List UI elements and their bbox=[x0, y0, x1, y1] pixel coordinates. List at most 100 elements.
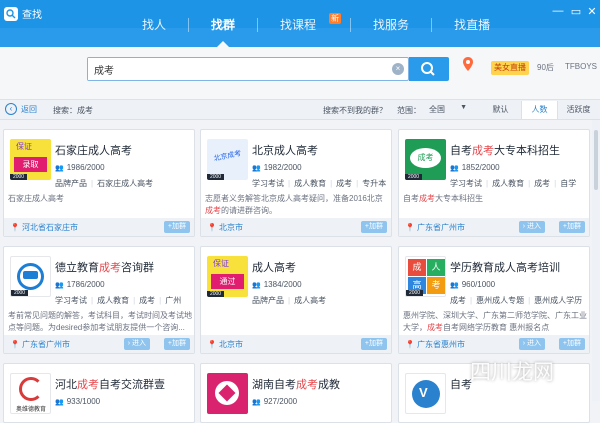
tab-find-live[interactable]: 找直播 bbox=[432, 0, 512, 47]
live-badge[interactable]: 美女直播 bbox=[491, 61, 529, 75]
group-tags: 学习考试 | 成人教育 | 成考 | 自学 bbox=[450, 179, 577, 188]
hot-tag-1[interactable]: 90后 bbox=[537, 62, 554, 73]
join-group-button[interactable]: +加群 bbox=[163, 221, 190, 233]
location-pin-icon: 📍 bbox=[10, 340, 20, 349]
tab-find-people[interactable]: 找人 bbox=[120, 0, 188, 47]
group-avatar bbox=[207, 373, 248, 414]
enter-group-button[interactable]: › 进入 bbox=[123, 338, 150, 350]
chat-icon: › bbox=[522, 223, 526, 230]
group-title[interactable]: 学历教育成人高考培训 bbox=[450, 259, 560, 275]
member-count: 👥 1384/2000 bbox=[252, 280, 302, 289]
chevron-down-icon: ▼ bbox=[460, 104, 467, 111]
range-select[interactable]: 全国 ▼ bbox=[429, 104, 467, 116]
group-title[interactable]: 德立教育成考咨询群 bbox=[55, 259, 154, 275]
card-footer: 📍 北京市 +加群 bbox=[201, 335, 391, 353]
people-icon: 👥 bbox=[55, 398, 64, 406]
member-count: 👥 1986/2000 bbox=[55, 163, 105, 172]
member-count: 👥 960/1000 bbox=[450, 280, 496, 289]
location-pin-icon: 📍 bbox=[207, 223, 217, 232]
join-group-button[interactable]: +加群 bbox=[558, 338, 585, 350]
main-nav: 找人 找群 找课程新 找服务 找直播 bbox=[120, 0, 512, 47]
group-title[interactable]: 河北成考自考交流群壹 bbox=[55, 376, 165, 392]
group-title[interactable]: 自考 bbox=[450, 376, 472, 392]
card-footer: 📍 广东省广州市 › 进入 +加群 bbox=[4, 335, 194, 353]
restore-icon[interactable]: ▭ bbox=[568, 4, 584, 18]
group-tags: 品牌产品 | 石家庄成人高考 bbox=[55, 179, 154, 188]
group-title[interactable]: 自考成考大专本科招生 bbox=[450, 142, 560, 158]
group-location: 📍 北京市 bbox=[207, 223, 243, 232]
search-button[interactable] bbox=[409, 57, 449, 81]
clear-icon[interactable]: × bbox=[392, 63, 404, 75]
people-icon: 👥 bbox=[450, 281, 459, 289]
join-group-button[interactable]: +加群 bbox=[558, 221, 585, 233]
results-toolbar: ‹ 返回 搜索：成考 搜索不到我的群？ 范围： 全国 ▼ 默认 人数 活跃度 bbox=[0, 100, 600, 120]
people-icon: 👥 bbox=[252, 398, 261, 406]
back-button[interactable]: ‹ 返回 bbox=[5, 103, 37, 115]
window-title: 查找 bbox=[4, 6, 42, 21]
people-icon: 👥 bbox=[252, 164, 261, 172]
join-group-button[interactable]: +加群 bbox=[163, 338, 190, 350]
group-title[interactable]: 石家庄成人高考 bbox=[55, 142, 132, 158]
group-title[interactable]: 湖南自考成考成教 bbox=[252, 376, 340, 392]
chat-icon: › bbox=[127, 340, 131, 347]
tab-find-courses[interactable]: 找课程新 bbox=[258, 0, 350, 47]
group-avatar: 北京成考 2000 bbox=[207, 139, 248, 180]
people-icon: 👥 bbox=[55, 281, 64, 289]
group-card[interactable]: 北京成考 2000 北京成人高考 👥 1982/2000 学习考试 | 成人教育 | 成考… bbox=[200, 129, 392, 237]
sort-tab-default[interactable]: 默认 bbox=[482, 101, 519, 119]
group-title[interactable]: 北京成人高考 bbox=[252, 142, 318, 158]
member-count: 👥 1852/2000 bbox=[450, 163, 500, 172]
group-description: 惠州学院、深圳大学、广东第二师范学院、广东工业大学，成考自考网络学历教育 惠州报… bbox=[403, 311, 587, 332]
back-arrow-icon: ‹ bbox=[5, 103, 17, 115]
people-icon: 👥 bbox=[450, 164, 459, 172]
group-location: 📍 河北省石家庄市 bbox=[10, 223, 78, 232]
group-avatar: 保证 通过 2000 bbox=[207, 256, 248, 297]
chat-icon: › bbox=[522, 340, 526, 347]
group-avatar: V bbox=[405, 373, 446, 414]
location-pin-icon: 📍 bbox=[405, 223, 415, 232]
new-badge: 新 bbox=[329, 13, 342, 24]
location-pin-icon: 📍 bbox=[10, 223, 20, 232]
search-icon bbox=[421, 62, 435, 76]
group-card[interactable]: 成 人 高 考 2000 学历教育成人高考培训 👥 960/1000 成考 | 惠州成… bbox=[398, 246, 590, 354]
group-tags: 品牌产品 | 成人高考 bbox=[252, 296, 327, 305]
sort-tab-activity[interactable]: 活跃度 bbox=[560, 101, 597, 119]
people-icon: 👥 bbox=[55, 164, 64, 172]
tab-find-groups[interactable]: 找群 bbox=[189, 0, 257, 47]
group-description: 石家庄成人高考 bbox=[8, 194, 64, 203]
close-icon[interactable]: ✕ bbox=[584, 4, 600, 18]
group-card[interactable]: 保证 通过 2000 成人高考 👥 1384/2000 品牌产品 | 成人高考 📍 北京… bbox=[200, 246, 392, 354]
card-footer: 📍 河北省石家庄市 +加群 bbox=[4, 218, 194, 236]
group-card[interactable]: 成考 2000 自考成考大专本科招生 👥 1852/2000 学习考试 | 成人教育 |… bbox=[398, 129, 590, 237]
window-title-text: 查找 bbox=[22, 10, 42, 21]
group-card[interactable]: 保证 录取 2000 石家庄成人高考 👥 1986/2000 品牌产品 | 石家庄成人… bbox=[3, 129, 195, 237]
tab-find-services[interactable]: 找服务 bbox=[351, 0, 431, 47]
not-found-link[interactable]: 搜索不到我的群？ bbox=[323, 105, 387, 116]
search-input[interactable] bbox=[88, 58, 368, 80]
range-label: 范围： bbox=[397, 106, 421, 115]
member-count: 👥 1982/2000 bbox=[252, 163, 302, 172]
sort-tab-members[interactable]: 人数 bbox=[521, 101, 558, 119]
group-card[interactable]: 2000 德立教育成考咨询群 👥 1786/2000 学习考试 | 成人教育 | 成考 | 广… bbox=[3, 246, 195, 354]
join-group-button[interactable]: +加群 bbox=[360, 221, 387, 233]
location-pin-icon: 📍 bbox=[405, 340, 415, 349]
group-description: 考前常见问题的解答，考试科目，考试时间及考试地点等问题。为desired参加考试… bbox=[8, 311, 192, 332]
minimize-icon[interactable]: — bbox=[550, 4, 566, 18]
enter-group-button[interactable]: › 进入 bbox=[518, 221, 545, 233]
group-card[interactable]: 湖南自考成考成教 👥 927/2000 bbox=[200, 363, 392, 423]
group-location: 📍 广东省广州市 bbox=[405, 223, 465, 232]
card-footer: 📍 广东省惠州市 › 进入 +加群 bbox=[399, 335, 589, 353]
group-card[interactable]: 奥维德教育 河北成考自考交流群壹 👥 933/1000 bbox=[3, 363, 195, 423]
scrollbar-thumb[interactable] bbox=[594, 130, 598, 190]
group-avatar: 成 人 高 考 2000 bbox=[405, 256, 446, 297]
group-title[interactable]: 成人高考 bbox=[252, 259, 296, 275]
location-pin-icon[interactable] bbox=[461, 56, 475, 72]
join-group-button[interactable]: +加群 bbox=[360, 338, 387, 350]
member-count: 👥 1786/2000 bbox=[55, 280, 105, 289]
group-location: 📍 广东省广州市 bbox=[10, 340, 70, 349]
people-icon: 👥 bbox=[252, 281, 261, 289]
enter-group-button[interactable]: › 进入 bbox=[518, 338, 545, 350]
location-pin-icon: 📍 bbox=[207, 340, 217, 349]
hot-tag-2[interactable]: TFBOYS bbox=[565, 62, 597, 71]
watermark: 四川龙网 bbox=[470, 360, 554, 384]
